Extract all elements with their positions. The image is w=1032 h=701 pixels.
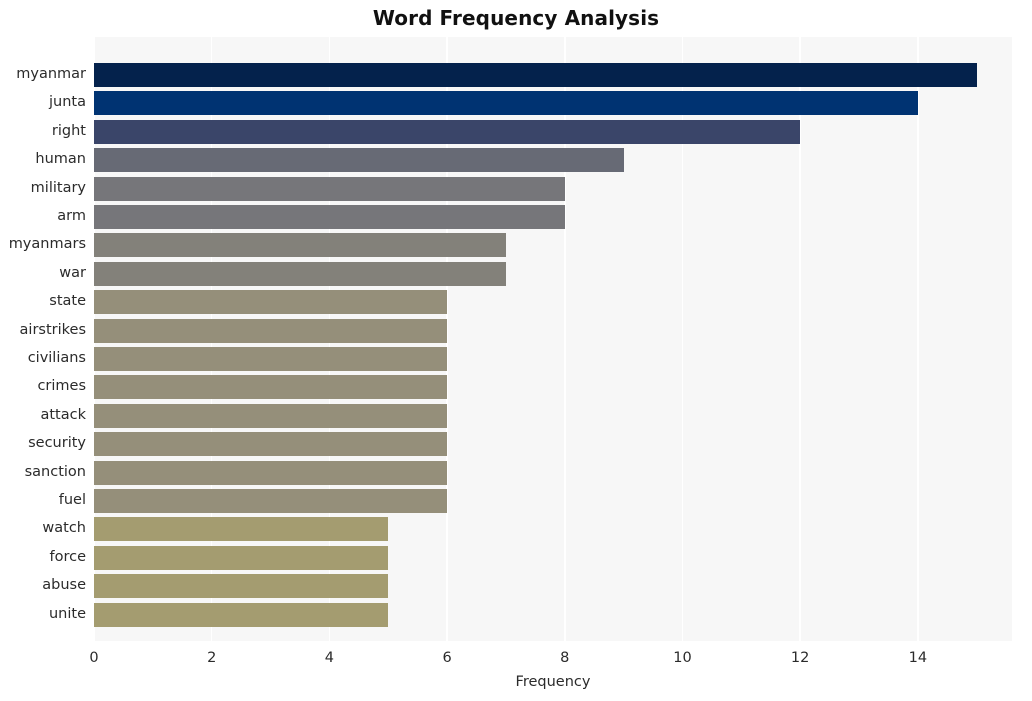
y-tick-junta: junta bbox=[49, 94, 86, 111]
bar-fuel bbox=[94, 489, 448, 513]
y-tick-right: right bbox=[51, 122, 86, 139]
bar-war bbox=[94, 261, 506, 286]
bar-security bbox=[94, 432, 448, 457]
x-tick-12: 12 bbox=[790, 650, 810, 666]
y-tick-myanmars: myanmars bbox=[8, 236, 86, 253]
bar-crimes bbox=[94, 375, 448, 400]
bar-airstrikes bbox=[94, 318, 448, 343]
y-tick-airstrikes: airstrikes bbox=[19, 321, 86, 338]
x-tick-8: 8 bbox=[560, 650, 570, 666]
bar-attack bbox=[94, 403, 448, 428]
word-frequency-chart-figure: Word Frequency Analysis myanmar junta righ… bbox=[0, 0, 1032, 701]
x-tick-0: 0 bbox=[89, 650, 99, 666]
bar-force bbox=[94, 545, 389, 570]
bar-right bbox=[94, 119, 801, 144]
bar-myanmars bbox=[94, 233, 506, 258]
x-axis-label: Frequency bbox=[515, 674, 591, 690]
x-tick-6: 6 bbox=[442, 650, 452, 666]
plot-area bbox=[94, 37, 1012, 641]
bar-sanction bbox=[94, 460, 448, 485]
bar-junta bbox=[94, 91, 918, 116]
y-tick-abuse: abuse bbox=[42, 577, 86, 594]
y-tick-military: military bbox=[30, 179, 86, 196]
bar-unite bbox=[94, 602, 389, 627]
y-tick-myanmar: myanmar bbox=[16, 66, 86, 82]
bar-military bbox=[94, 176, 565, 201]
y-tick-sanction: sanction bbox=[24, 463, 86, 480]
y-tick-attack: attack bbox=[40, 406, 86, 423]
y-tick-crimes: crimes bbox=[37, 378, 86, 395]
bar-human bbox=[94, 148, 624, 173]
bar-watch bbox=[94, 517, 389, 542]
chart-title: Word Frequency Analysis bbox=[372, 6, 660, 30]
y-tick-unite: unite bbox=[48, 605, 86, 622]
gridline-x-14 bbox=[917, 37, 919, 641]
y-tick-civilians: civilians bbox=[27, 350, 86, 366]
y-tick-arm: arm bbox=[57, 208, 86, 224]
y-tick-war: war bbox=[59, 264, 86, 281]
y-tick-state: state bbox=[49, 293, 86, 310]
y-tick-human: human bbox=[35, 151, 86, 168]
bar-abuse bbox=[94, 574, 389, 599]
y-tick-force: force bbox=[49, 548, 86, 565]
x-tick-14: 14 bbox=[908, 650, 928, 666]
bar-civilians bbox=[94, 347, 448, 371]
y-tick-security: security bbox=[28, 435, 86, 452]
x-tick-4: 4 bbox=[324, 650, 334, 666]
y-tick-fuel: fuel bbox=[58, 492, 86, 508]
y-tick-watch: watch bbox=[42, 520, 86, 537]
bar-state bbox=[94, 290, 448, 315]
bar-arm bbox=[94, 205, 565, 229]
bar-myanmar bbox=[94, 63, 977, 87]
x-tick-10: 10 bbox=[673, 650, 692, 666]
x-tick-2: 2 bbox=[207, 650, 217, 666]
